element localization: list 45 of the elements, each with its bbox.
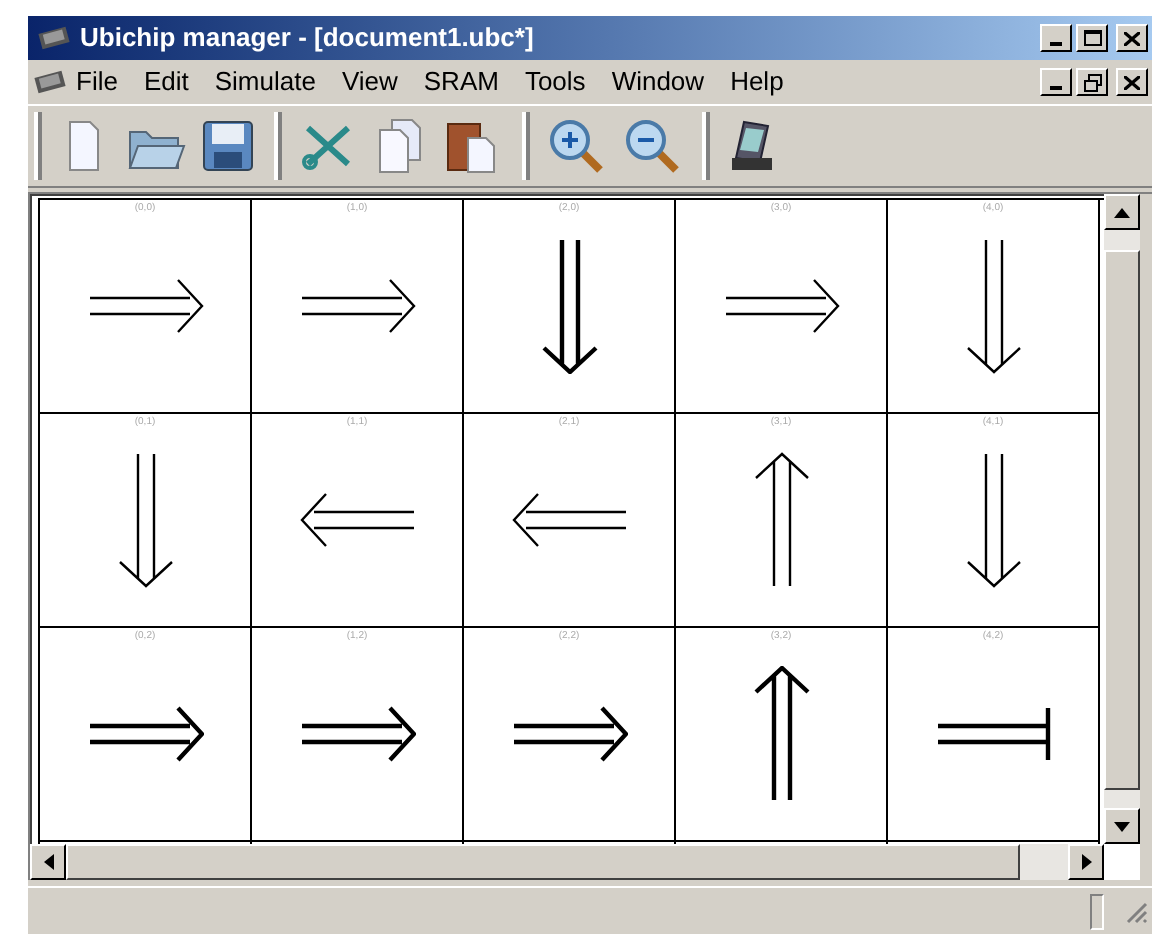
scroll-up-button[interactable]	[1104, 194, 1140, 230]
menu-item[interactable]: View	[341, 62, 398, 102]
copy-icon	[378, 118, 422, 174]
grip-icon	[274, 112, 286, 180]
handheld-device-icon	[728, 118, 776, 174]
resize-grip-icon	[1124, 899, 1148, 923]
clipboard-icon	[446, 118, 498, 174]
restore-button[interactable]	[1076, 68, 1108, 96]
menu-item[interactable]: Help	[730, 62, 784, 102]
scroll-left-button[interactable]	[30, 844, 66, 880]
menu-item[interactable]: File	[76, 62, 118, 102]
menu-item[interactable]: Tools	[524, 62, 586, 102]
maximize-button[interactable]	[1076, 24, 1108, 52]
minimize-button[interactable]	[1040, 24, 1072, 52]
window-title: Ubichip manager - [document1.ubc*]	[80, 20, 534, 57]
down-triangle-icon	[1114, 821, 1130, 831]
restore-icon	[1083, 73, 1101, 91]
vertical-scrollbar[interactable]	[1104, 194, 1140, 844]
scroll-down-button[interactable]	[1104, 808, 1140, 844]
maximize-icon	[1083, 30, 1101, 46]
scroll-thumb[interactable]	[1104, 249, 1140, 789]
close-icon	[1124, 31, 1140, 45]
left-triangle-icon	[43, 854, 53, 870]
close-icon	[1124, 75, 1140, 89]
menu-item[interactable]: Simulate	[214, 62, 316, 102]
grip-icon	[522, 112, 534, 180]
document-icon	[68, 120, 100, 172]
zoom-in-icon	[548, 118, 604, 174]
minimize-button[interactable]	[1040, 68, 1072, 96]
minimize-icon	[1050, 86, 1062, 90]
grip-icon	[34, 112, 46, 180]
close-button[interactable]	[1116, 24, 1148, 52]
minimize-icon	[1050, 42, 1062, 46]
right-triangle-icon	[1081, 854, 1091, 870]
zoom-out-icon	[624, 118, 680, 174]
menu-item[interactable]: SRAM	[423, 62, 499, 102]
status-panel	[1090, 893, 1104, 929]
close-button[interactable]	[1116, 68, 1148, 96]
scrollbar-corner	[1104, 844, 1140, 880]
up-triangle-icon	[1114, 207, 1130, 217]
grip-icon	[702, 112, 714, 180]
scissors-icon	[300, 120, 356, 172]
menu-item[interactable]: Edit	[143, 62, 189, 102]
scroll-right-button[interactable]	[1068, 844, 1104, 880]
menu-item[interactable]: Window	[611, 62, 705, 102]
